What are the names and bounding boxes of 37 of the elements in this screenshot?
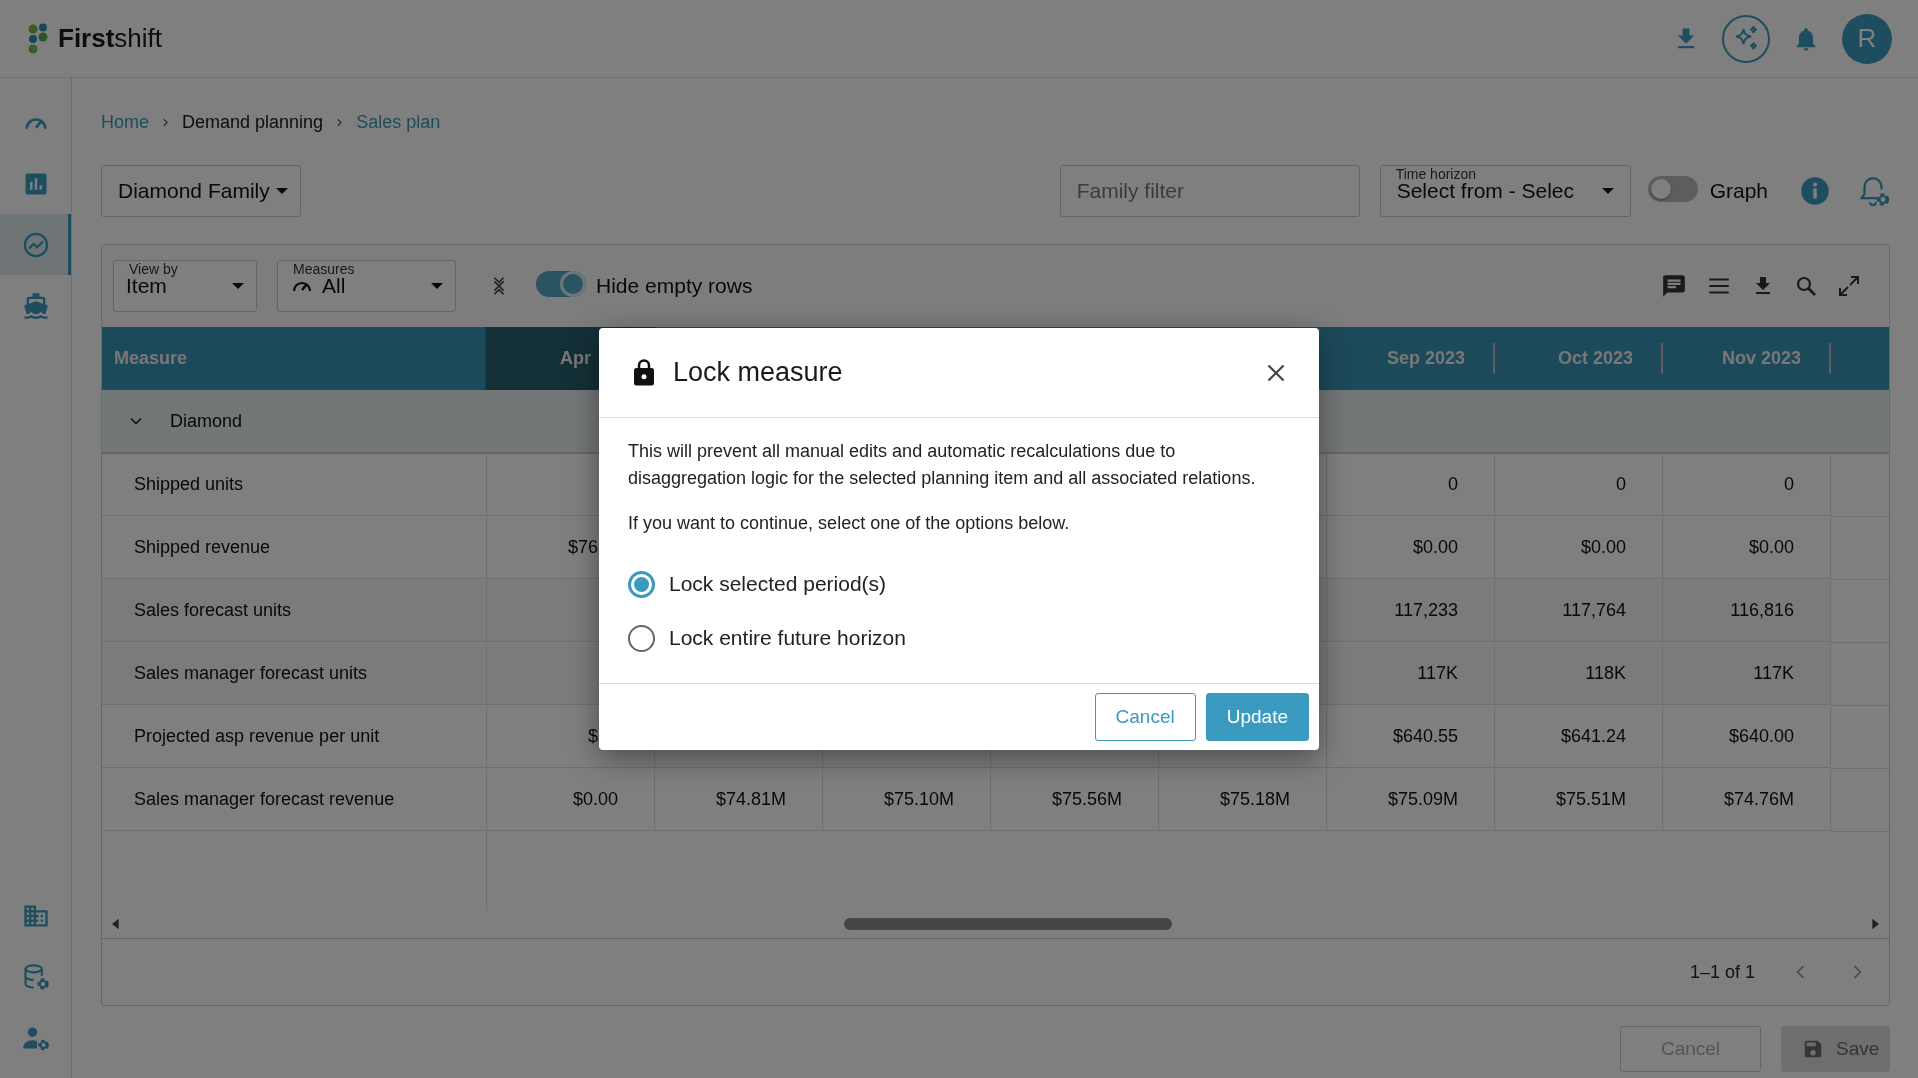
table-cell: $75.51M bbox=[1495, 769, 1663, 831]
table-cell: Sales manager forecast units bbox=[102, 643, 487, 705]
graph-label: Graph bbox=[1709, 179, 1768, 203]
table-cell: Projected asp revenue per unit bbox=[102, 706, 487, 768]
table-cell: Shipped revenue bbox=[102, 517, 487, 579]
table-cell: $0.00 bbox=[1495, 517, 1663, 579]
table-cell: $0.00 bbox=[1327, 517, 1495, 579]
table-cell: 0 bbox=[1663, 454, 1831, 516]
table-cell: $75.09M bbox=[1327, 769, 1495, 831]
hide-empty-rows-label: Hide empty rows bbox=[596, 274, 753, 298]
table-cell: 117K bbox=[1663, 643, 1831, 705]
table-cell: $0.00 bbox=[487, 769, 655, 831]
table-cell: $75.10M bbox=[823, 769, 991, 831]
group-label: Diamond bbox=[170, 410, 243, 432]
table-cell: $641.24 bbox=[1495, 706, 1663, 768]
dialog-title: Lock measure bbox=[673, 357, 843, 388]
table-cell: Sales forecast units bbox=[102, 580, 487, 642]
dialog-message: This will prevent all manual edits and automatic recalculations due to disaggregation logic for the selected planning item and all associated relations. bbox=[628, 440, 1257, 490]
table-cell: 0 bbox=[1495, 454, 1663, 516]
table-cell: $74.76M bbox=[1663, 769, 1831, 831]
table-cell: $75.18M bbox=[1159, 769, 1327, 831]
app-logo-text: Firstshift bbox=[58, 23, 163, 54]
breadcrumb-item: Demand planning bbox=[182, 111, 324, 133]
table-cell: $640.55 bbox=[1327, 706, 1495, 768]
table-cell: 117,233 bbox=[1327, 580, 1495, 642]
table-cell: 117,764 bbox=[1495, 580, 1663, 642]
table-cell: 0 bbox=[1327, 454, 1495, 516]
table-cell: Sales manager forecast revenue bbox=[102, 769, 487, 831]
table-cell: $75.56M bbox=[991, 769, 1159, 831]
table-cell: 117K bbox=[1327, 643, 1495, 705]
table-cell: $640.00 bbox=[1663, 706, 1831, 768]
table-cell: $0.00 bbox=[1663, 517, 1831, 579]
table-cell: Shipped units bbox=[102, 454, 487, 516]
table-cell: 116,816 bbox=[1663, 580, 1831, 642]
table-cell: $74.81M bbox=[655, 769, 823, 831]
table-cell: 118K bbox=[1495, 643, 1663, 705]
pagination-range: 1–1 of 1 bbox=[1689, 961, 1755, 983]
